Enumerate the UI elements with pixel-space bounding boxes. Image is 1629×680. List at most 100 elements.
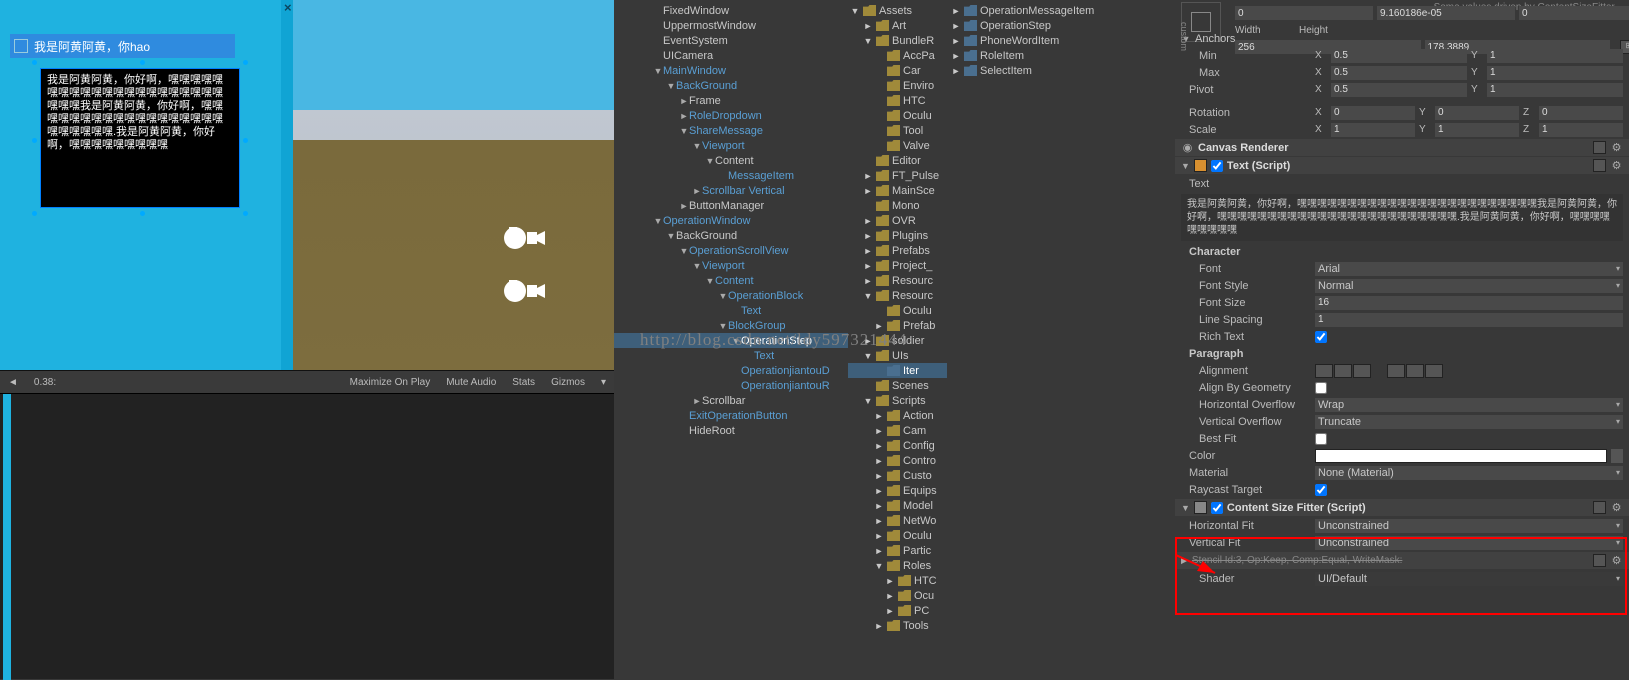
- richtext-checkbox[interactable]: [1315, 331, 1327, 343]
- asset-item[interactable]: ►MainSce: [848, 183, 947, 198]
- help-icon[interactable]: [1593, 159, 1606, 172]
- horizfit-dropdown[interactable]: Unconstrained: [1315, 519, 1623, 533]
- scale-z-field[interactable]: [1539, 123, 1623, 137]
- foldout-icon[interactable]: ►: [692, 396, 702, 406]
- foldout-icon[interactable]: ►: [874, 486, 884, 496]
- foldout-icon[interactable]: ▼: [679, 126, 689, 136]
- gear-icon[interactable]: ⚙: [1610, 141, 1623, 154]
- camera-icon[interactable]: [497, 271, 547, 307]
- foldout-icon[interactable]: ▼: [863, 36, 873, 46]
- text-panel[interactable]: 我是阿黄阿黄，你好啊，嘿嘿嘿嘿嘿嘿嘿嘿嘿嘿嘿嘿嘿嘿嘿嘿嘿嘿嘿嘿嘿嘿嘿嘿我是阿黄阿…: [40, 68, 240, 208]
- mute-audio-toggle[interactable]: Mute Audio: [446, 377, 496, 388]
- asset-item[interactable]: AccPa: [848, 48, 947, 63]
- hierarchy-item[interactable]: ▼OperationStep: [614, 333, 848, 348]
- foldout-icon[interactable]: ►: [863, 276, 873, 286]
- foldout-icon[interactable]: ►: [951, 6, 961, 16]
- hierarchy-item[interactable]: ▼OperationBlock: [614, 288, 848, 303]
- prefab-item[interactable]: ►PhoneWordItem: [947, 33, 1175, 48]
- hierarchy-item[interactable]: ►Scrollbar Vertical: [614, 183, 848, 198]
- foldout-icon[interactable]: ►: [863, 336, 873, 346]
- alignment-horizontal-group[interactable]: [1315, 364, 1371, 378]
- hierarchy-item[interactable]: ▼Viewport: [614, 258, 848, 273]
- foldout-icon[interactable]: ►: [874, 516, 884, 526]
- foldout-icon[interactable]: ►: [951, 36, 961, 46]
- asset-item[interactable]: ►Tools: [848, 618, 947, 633]
- asset-item[interactable]: Oculu: [848, 108, 947, 123]
- hierarchy-item[interactable]: FixedWindow: [614, 3, 848, 18]
- fontstyle-dropdown[interactable]: Normal: [1315, 279, 1623, 293]
- scene-view[interactable]: × 我是阿黄阿黄，你hao 我是阿黄阿黄，你好啊，嘿嘿嘿嘿嘿嘿嘿嘿嘿嘿嘿嘿嘿嘿嘿…: [0, 0, 614, 370]
- asset-item[interactable]: ►Partic: [848, 543, 947, 558]
- hierarchy-item[interactable]: ExitOperationButton: [614, 408, 848, 423]
- foldout-icon[interactable]: ►: [951, 21, 961, 31]
- hierarchy-item[interactable]: ►Scrollbar: [614, 393, 848, 408]
- anchor-miny-field[interactable]: [1487, 49, 1623, 63]
- foldout-icon[interactable]: ►: [874, 546, 884, 556]
- stepper-icon[interactable]: ◄: [8, 377, 18, 388]
- foldout-icon[interactable]: ►: [874, 501, 884, 511]
- foldout-icon[interactable]: ▼: [666, 231, 676, 241]
- hierarchy-item[interactable]: ▼BackGround: [614, 228, 848, 243]
- fontsize-field[interactable]: [1315, 296, 1623, 310]
- raycast-checkbox[interactable]: [1315, 484, 1327, 496]
- alignment-vertical-group[interactable]: [1387, 364, 1443, 378]
- font-field[interactable]: Arial: [1315, 262, 1623, 276]
- selected-object-tag[interactable]: 我是阿黄阿黄，你hao: [10, 34, 235, 58]
- asset-item[interactable]: Iter: [848, 363, 947, 378]
- foldout-icon[interactable]: ►: [874, 426, 884, 436]
- anchor-minx-field[interactable]: [1331, 49, 1467, 63]
- foldout-icon[interactable]: ►: [951, 51, 961, 61]
- hierarchy-item[interactable]: OperationjiantouD: [614, 363, 848, 378]
- project-assets-tree[interactable]: ▼Assets►Art▼BundleRAccPaCarEnviroHTCOcul…: [848, 0, 947, 679]
- text-enable-checkbox[interactable]: [1211, 160, 1223, 172]
- asset-item[interactable]: ►Contro: [848, 453, 947, 468]
- game-view[interactable]: [0, 393, 614, 679]
- asset-item[interactable]: ►Equips: [848, 483, 947, 498]
- foldout-icon[interactable]: ▼: [679, 246, 689, 256]
- material-field[interactable]: None (Material): [1315, 466, 1623, 480]
- color-field[interactable]: [1315, 449, 1607, 463]
- asset-item[interactable]: Mono: [848, 198, 947, 213]
- rot-z-field[interactable]: [1539, 106, 1623, 120]
- foldout-icon[interactable]: ►: [885, 576, 895, 586]
- hierarchy-item[interactable]: EventSystem: [614, 33, 848, 48]
- linespacing-field[interactable]: [1315, 313, 1623, 327]
- hierarchy-item[interactable]: HideRoot: [614, 423, 848, 438]
- horizoverflow-dropdown[interactable]: Wrap: [1315, 398, 1623, 412]
- help-icon[interactable]: [1593, 501, 1606, 514]
- asset-item[interactable]: HTC: [848, 93, 947, 108]
- foldout-icon[interactable]: ▼: [718, 321, 728, 331]
- pivot-y-field[interactable]: [1487, 83, 1623, 97]
- asset-item[interactable]: Oculu: [848, 303, 947, 318]
- help-icon[interactable]: [1593, 141, 1606, 154]
- hierarchy-item[interactable]: ▼BackGround: [614, 78, 848, 93]
- foldout-icon[interactable]: ►: [863, 216, 873, 226]
- asset-item[interactable]: ►Model: [848, 498, 947, 513]
- foldout-icon[interactable]: ►: [863, 186, 873, 196]
- asset-item[interactable]: ►OVR: [848, 213, 947, 228]
- hierarchy-item[interactable]: ►RoleDropdown: [614, 108, 848, 123]
- gizmos-dropdown[interactable]: Gizmos: [551, 377, 585, 388]
- pivot-x-field[interactable]: [1331, 83, 1467, 97]
- eyedropper-icon[interactable]: [1611, 449, 1623, 463]
- asset-item[interactable]: ►Action: [848, 408, 947, 423]
- hierarchy-panel[interactable]: FixedWindowUppermostWindowEventSystemUIC…: [614, 0, 848, 679]
- foldout-icon[interactable]: ▼: [705, 156, 715, 166]
- hierarchy-item[interactable]: ▼Content: [614, 273, 848, 288]
- foldout-icon[interactable]: ►: [874, 471, 884, 481]
- foldout-icon[interactable]: ▼: [666, 81, 676, 91]
- foldout-icon[interactable]: ►: [863, 171, 873, 181]
- asset-item[interactable]: Car: [848, 63, 947, 78]
- assets-root[interactable]: ▼Assets: [848, 3, 947, 18]
- hierarchy-item[interactable]: ▼MainWindow: [614, 63, 848, 78]
- posx-field[interactable]: [1235, 6, 1373, 20]
- gear-icon[interactable]: ⚙: [1610, 159, 1623, 172]
- hierarchy-item[interactable]: ►Frame: [614, 93, 848, 108]
- hierarchy-item[interactable]: ▼BlockGroup: [614, 318, 848, 333]
- asset-item[interactable]: Enviro: [848, 78, 947, 93]
- foldout-icon[interactable]: ►: [863, 246, 873, 256]
- asset-item[interactable]: ►Prefabs: [848, 243, 947, 258]
- hierarchy-item[interactable]: Text: [614, 303, 848, 318]
- foldout-icon[interactable]: ►: [885, 591, 895, 601]
- vertoverflow-dropdown[interactable]: Truncate: [1315, 415, 1623, 429]
